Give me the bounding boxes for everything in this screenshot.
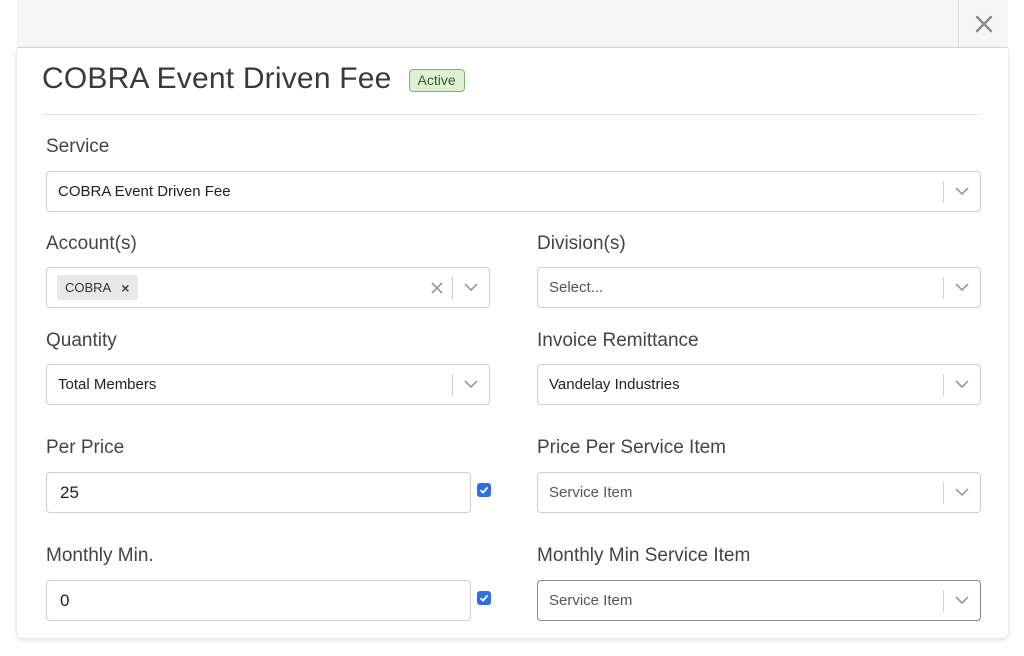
monthly-min-service-item-label: Monthly Min Service Item [537,545,751,566]
chevron-down-icon[interactable] [944,283,980,292]
monthly-min-checkbox[interactable] [477,591,491,605]
service-select[interactable]: COBRA Event Driven Fee [46,171,981,212]
page-title: COBRA Event Driven Fee [42,62,392,95]
invoice-remittance-label: Invoice Remittance [537,330,699,351]
per-price-checkbox[interactable] [477,483,491,497]
status-badge: Active [408,68,465,92]
quantity-label: Quantity [46,330,117,351]
account-chip: COBRA × [57,275,139,300]
account-chip-label: COBRA [65,280,112,295]
chip-remove-icon[interactable]: × [121,280,129,296]
invoice-remittance-select[interactable]: Vandelay Industries [537,364,981,405]
chevron-down-icon[interactable] [944,187,980,196]
chevron-down-icon[interactable] [453,283,489,292]
per-price-label: Per Price [46,437,125,458]
service-value: COBRA Event Driven Fee [58,183,231,200]
fee-panel: COBRA Event Driven Fee Active Service CO… [17,48,1008,638]
chevron-down-icon[interactable] [944,488,980,497]
title-row: COBRA Event Driven Fee Active [42,62,465,96]
service-label: Service [46,136,110,157]
accounts-multiselect[interactable]: COBRA × [46,267,490,308]
price-per-service-item-placeholder: Service Item [549,484,633,501]
close-button[interactable] [958,0,1008,48]
divisions-select[interactable]: Select... [537,267,981,308]
close-icon [975,15,992,33]
per-price-input[interactable] [46,472,471,513]
chevron-down-icon[interactable] [944,596,980,605]
chevron-down-icon[interactable] [944,380,980,389]
clear-icon[interactable] [422,281,452,294]
checkmark-icon [479,594,489,602]
divisions-label: Division(s) [537,233,626,254]
monthly-min-label: Monthly Min. [46,545,154,566]
title-divider [42,114,981,115]
quantity-value: Total Members [58,376,157,393]
monthly-min-service-item-placeholder: Service Item [549,592,633,609]
modal-header [17,0,1008,48]
accounts-label: Account(s) [46,233,137,254]
monthly-min-input[interactable] [46,580,471,621]
monthly-min-service-item-select[interactable]: Service Item [537,580,981,621]
checkmark-icon [479,486,489,494]
quantity-select[interactable]: Total Members [46,364,490,405]
price-per-service-item-label: Price Per Service Item [537,437,726,458]
divisions-placeholder: Select... [549,279,604,296]
price-per-service-item-select[interactable]: Service Item [537,472,981,513]
chevron-down-icon[interactable] [453,380,489,389]
invoice-remittance-value: Vandelay Industries [549,376,680,393]
